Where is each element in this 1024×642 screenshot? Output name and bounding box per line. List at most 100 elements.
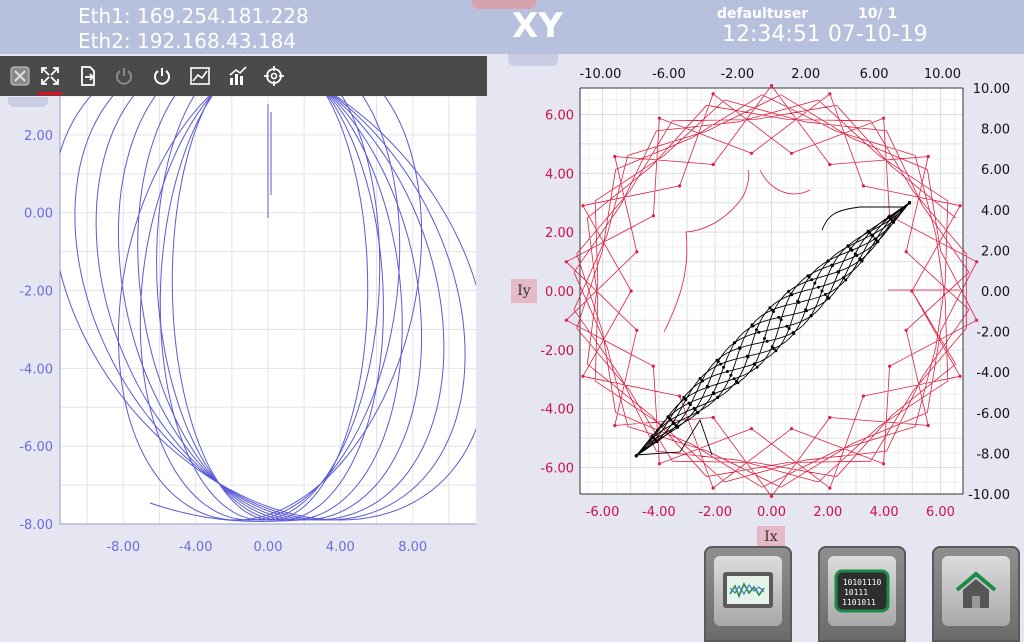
red-trace-point <box>926 423 930 428</box>
x-axis-label: Ix <box>757 526 785 548</box>
red-trace-point <box>926 154 930 159</box>
autoscale-button[interactable] <box>6 62 34 90</box>
red-trace-point <box>828 486 832 490</box>
red-trace-point <box>564 318 568 322</box>
red-trace-point <box>861 394 866 398</box>
home-button[interactable] <box>932 546 1020 642</box>
binary-data-button[interactable]: 10101110 10111 1101011 <box>818 546 906 642</box>
red-trace-point <box>581 204 585 208</box>
right-y2-tick-label: 6.00 <box>981 163 1010 178</box>
red-trace-point <box>678 394 682 398</box>
red-trace-point <box>975 318 979 322</box>
home-icon <box>955 571 997 608</box>
export-icon <box>81 66 95 86</box>
binary-line-3: 1101011 <box>842 598 876 607</box>
fit-button[interactable] <box>36 62 64 90</box>
red-trace-point <box>657 116 662 120</box>
right-top-tick-label: 6.00 <box>860 67 889 82</box>
right-top-tick-label: -2.00 <box>720 67 754 82</box>
red-trace-point <box>629 289 633 293</box>
right-top-tick-label: 10.00 <box>924 67 961 82</box>
red-trace-point <box>635 328 639 332</box>
trend-button[interactable] <box>186 62 214 90</box>
right-y2-tick-label: -2.00 <box>976 326 1010 341</box>
right-x-tick-label: -6.00 <box>586 505 620 520</box>
trend-screen-icon <box>723 572 773 608</box>
left-x-tick-label: -8.00 <box>106 540 140 555</box>
red-trace-point <box>711 162 715 167</box>
power-off-button[interactable] <box>110 62 138 90</box>
right-y2-tick-label: 2.00 <box>981 244 1010 259</box>
red-trace-point <box>613 154 617 159</box>
red-trace-point <box>769 494 774 498</box>
right-top-tick-label: -10.00 <box>580 67 622 82</box>
autoscale-icon <box>10 66 30 86</box>
red-trace-point <box>975 260 979 264</box>
right-y-tick-label: 0.00 <box>545 285 574 300</box>
red-trace-point <box>613 423 617 428</box>
left-y-tick-label: 0.00 <box>24 207 53 222</box>
red-trace-point <box>958 374 962 378</box>
red-trace-point <box>861 184 866 188</box>
red-trace-point <box>789 427 794 431</box>
red-trace-point <box>888 364 892 368</box>
right-y2-tick-label: -10.00 <box>968 488 1010 503</box>
red-trace-point <box>828 92 832 96</box>
right-y-tick-label: 6.00 <box>545 108 574 123</box>
red-trace-point <box>581 374 585 378</box>
y-axis-label: Iy <box>511 279 537 303</box>
chart-options-icon <box>229 66 247 85</box>
right-top-tick-label: 2.00 <box>791 67 820 82</box>
red-trace-point <box>651 214 656 218</box>
right-top-tick-label: -6.00 <box>652 67 686 82</box>
power-disabled-icon <box>116 68 132 85</box>
red-trace-point <box>657 462 662 466</box>
right-x-tick-label: -2.00 <box>698 505 732 520</box>
left-y-tick-label: -8.00 <box>19 518 53 533</box>
trend-screen-button[interactable] <box>704 546 792 642</box>
red-trace-point <box>882 116 886 120</box>
fit-icon <box>41 67 59 85</box>
right-y-tick-label: -4.00 <box>540 403 574 418</box>
red-trace-point <box>711 92 715 96</box>
left-y-tick-label: -4.00 <box>19 362 53 377</box>
left-y-tick-label: -2.00 <box>19 285 53 300</box>
left-x-tick-label: 0.00 <box>254 540 283 555</box>
binary-data-face: 10101110 10111 1101011 <box>828 556 896 626</box>
power-icon <box>154 68 170 85</box>
binary-line-1: 10101110 <box>843 578 882 587</box>
binary-data-icon: 10101110 10111 1101011 <box>834 569 890 613</box>
red-trace-point <box>828 415 832 420</box>
right-x-tick-label: -4.00 <box>642 505 676 520</box>
active-tool-indicator <box>38 92 62 95</box>
red-trace-point <box>651 364 656 368</box>
toolbar-pull-handle[interactable] <box>8 97 48 107</box>
right-y2-tick-label: 4.00 <box>981 204 1010 219</box>
plot-toolbar <box>0 56 487 96</box>
left-y-tick-label: 2.00 <box>24 129 53 144</box>
red-trace-point <box>749 151 754 155</box>
right-y2-tick-label: -6.00 <box>976 407 1010 422</box>
trend-icon <box>190 67 210 85</box>
right-x-tick-label: 4.00 <box>870 505 899 520</box>
red-trace-point <box>958 204 962 208</box>
home-face <box>942 556 1010 626</box>
right-y-tick-label: -6.00 <box>540 462 574 477</box>
red-trace-point <box>711 486 715 490</box>
red-trace-point <box>882 462 886 466</box>
right-y2-tick-label: -4.00 <box>976 366 1010 381</box>
left-x-tick-label: -4.00 <box>179 540 213 555</box>
crosshair-icon <box>264 66 284 86</box>
right-y2-tick-label: 0.00 <box>981 285 1010 300</box>
red-trace-point <box>828 162 832 167</box>
red-trace-point <box>904 328 908 332</box>
right-x-tick-label: 6.00 <box>926 505 955 520</box>
red-trace-point <box>711 415 715 420</box>
power-button[interactable] <box>148 62 176 90</box>
chart-options-button[interactable] <box>224 62 252 90</box>
export-button[interactable] <box>74 62 102 90</box>
binary-line-2: 10111 <box>844 588 868 597</box>
red-trace-point <box>789 151 794 155</box>
left-y-tick-label: -6.00 <box>19 440 53 455</box>
crosshair-button[interactable] <box>260 62 288 90</box>
